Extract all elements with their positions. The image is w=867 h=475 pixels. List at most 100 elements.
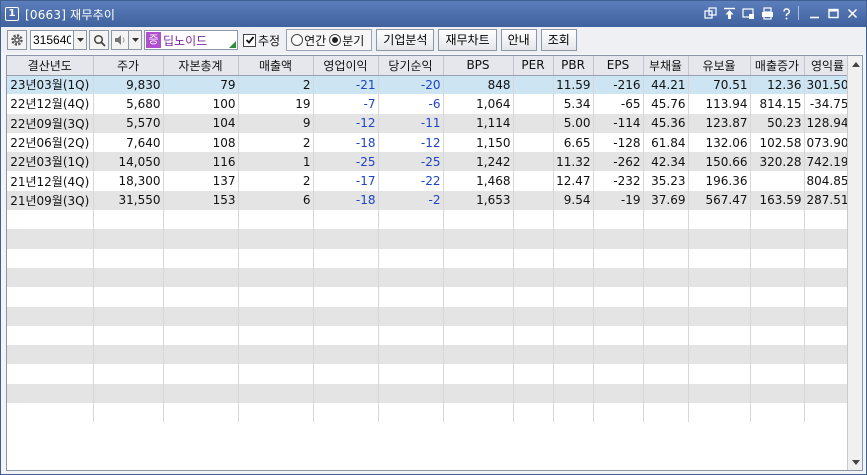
search-icon — [93, 34, 106, 47]
query-button[interactable]: 조회 — [540, 29, 577, 51]
maximize-icon[interactable] — [825, 5, 841, 21]
empty-row[interactable] — [7, 267, 852, 288]
column-header[interactable]: 자본총계 — [163, 56, 239, 76]
guide-button[interactable]: 안내 — [500, 29, 537, 51]
column-header[interactable]: 유보율 — [688, 56, 751, 76]
column-header[interactable]: 결산년도 — [7, 56, 94, 76]
table-cell: 132.06 — [688, 132, 751, 153]
column-header[interactable]: PBR — [553, 56, 594, 76]
column-header[interactable]: BPS — [443, 56, 514, 76]
table-cell: -21 — [313, 75, 379, 95]
table-cell — [513, 287, 554, 307]
pin-top-icon[interactable] — [721, 5, 737, 21]
column-header[interactable]: 주가 — [93, 56, 164, 76]
scroll-down-button[interactable] — [848, 454, 862, 470]
print-icon[interactable] — [759, 5, 775, 21]
vertical-scrollbar[interactable] — [847, 56, 862, 470]
title-separator — [798, 6, 799, 20]
link-screen-icon[interactable] — [702, 5, 718, 21]
quarter-radio[interactable] — [329, 34, 342, 46]
table-cell: -12 — [378, 132, 444, 153]
empty-row[interactable] — [7, 287, 852, 307]
annual-radio[interactable] — [291, 34, 304, 46]
table-cell: 196.36 — [688, 171, 751, 191]
financial-grid[interactable]: 결산년도 주가 자본총계 매출액 영업이익 당기순익 BPS PER PBR EPS 부채율 유보율 매… — [6, 55, 863, 471]
empty-row[interactable] — [7, 210, 852, 230]
stock-code-input[interactable] — [30, 30, 74, 50]
table-cell — [238, 325, 314, 346]
table-cell — [378, 345, 444, 365]
close-icon[interactable] — [844, 5, 860, 21]
column-header[interactable]: 부채율 — [643, 56, 689, 76]
table-cell: 19 — [238, 94, 314, 114]
table-row[interactable]: 21년12월(4Q) 18,300 137 2 -17 -22 1,468 12.47 -232… — [7, 171, 852, 191]
financial-chart-button[interactable]: 재무차트 — [438, 29, 497, 51]
empty-row[interactable] — [7, 364, 852, 384]
minimize-icon[interactable] — [806, 5, 822, 21]
table-cell: 123.87 — [688, 113, 751, 133]
empty-row[interactable] — [7, 248, 852, 268]
column-header[interactable]: 당기순익 — [378, 56, 444, 76]
help-icon[interactable] — [778, 5, 794, 21]
empty-row[interactable] — [7, 229, 852, 249]
table-cell — [513, 364, 554, 384]
table-cell — [313, 210, 379, 230]
column-header[interactable]: 매출액 — [238, 56, 314, 76]
table-row[interactable]: 21년09월(3Q) 31,550 153 6 -18 -2 1,653 9.54 -19 37.… — [7, 190, 852, 211]
empty-row[interactable] — [7, 325, 852, 346]
column-header[interactable]: PER — [513, 56, 554, 76]
table-row[interactable]: 22년06월(2Q) 7,640 108 2 -18 -12 1,150 6.65 -128 61… — [7, 132, 852, 153]
table-cell — [313, 364, 379, 384]
table-cell — [688, 403, 751, 423]
table-row[interactable]: 23년03월(1Q) 9,830 79 2 -21 -20 848 11.59 -216 44.2… — [7, 75, 852, 95]
search-button[interactable] — [89, 30, 109, 50]
settings-button[interactable] — [7, 30, 27, 50]
table-row[interactable]: 22년09월(3Q) 5,570 104 9 -12 -11 1,114 5.00 -114 45… — [7, 113, 852, 133]
column-header[interactable]: 영익률 — [804, 56, 852, 76]
table-cell: -65 — [593, 94, 644, 114]
checkbox-box[interactable] — [243, 33, 256, 47]
table-cell — [238, 287, 314, 307]
stock-code-dropdown[interactable] — [74, 30, 87, 50]
table-cell — [378, 306, 444, 326]
column-header[interactable]: 매출증가 — [750, 56, 805, 76]
table-cell — [443, 229, 514, 249]
table-cell — [553, 248, 594, 268]
column-header[interactable]: 영업이익 — [313, 56, 379, 76]
table-cell: 100 — [163, 94, 239, 114]
table-cell: 102.58 — [750, 132, 805, 153]
table-row[interactable]: 22년03월(1Q) 14,050 116 1 -25 -25 1,242 11.32 -262… — [7, 152, 852, 172]
title-bar[interactable]: 1 [0663] 재무추이 — [1, 1, 866, 27]
table-cell — [313, 306, 379, 326]
company-analysis-button[interactable]: 기업분석 — [376, 29, 435, 51]
empty-row[interactable] — [7, 306, 852, 326]
table-cell — [750, 287, 805, 307]
table-cell — [163, 325, 239, 346]
table-cell — [313, 248, 379, 268]
empty-row[interactable] — [7, 345, 852, 365]
table-cell — [688, 364, 751, 384]
empty-row[interactable] — [7, 403, 852, 423]
table-cell: 2 — [238, 132, 314, 153]
table-row[interactable]: 22년12월(4Q) 5,680 100 19 -7 -6 1,064 5.34 -65 45.7… — [7, 94, 852, 114]
table-cell: -19 — [593, 190, 644, 211]
screen-copy-icon[interactable] — [740, 5, 756, 21]
window-number-badge[interactable]: 1 — [5, 7, 19, 21]
speaker-button[interactable] — [111, 30, 129, 50]
table-cell — [313, 287, 379, 307]
table-cell — [443, 306, 514, 326]
table-cell — [93, 364, 164, 384]
stock-name-field[interactable]: 증 딥노이드 — [144, 30, 238, 50]
table-cell: 9 — [238, 113, 314, 133]
column-header[interactable]: EPS — [593, 56, 644, 76]
speaker-dropdown[interactable] — [129, 30, 142, 50]
scroll-up-button[interactable] — [848, 56, 862, 72]
quarter-label: 분기 — [342, 33, 365, 48]
table-cell: 5,570 — [93, 113, 164, 133]
estimate-checkbox[interactable]: 추정 — [243, 32, 280, 49]
table-cell — [443, 248, 514, 268]
empty-row[interactable] — [7, 383, 852, 404]
table-cell — [513, 345, 554, 365]
table-cell: 18,300 — [93, 171, 164, 191]
table-cell: 14,050 — [93, 152, 164, 172]
